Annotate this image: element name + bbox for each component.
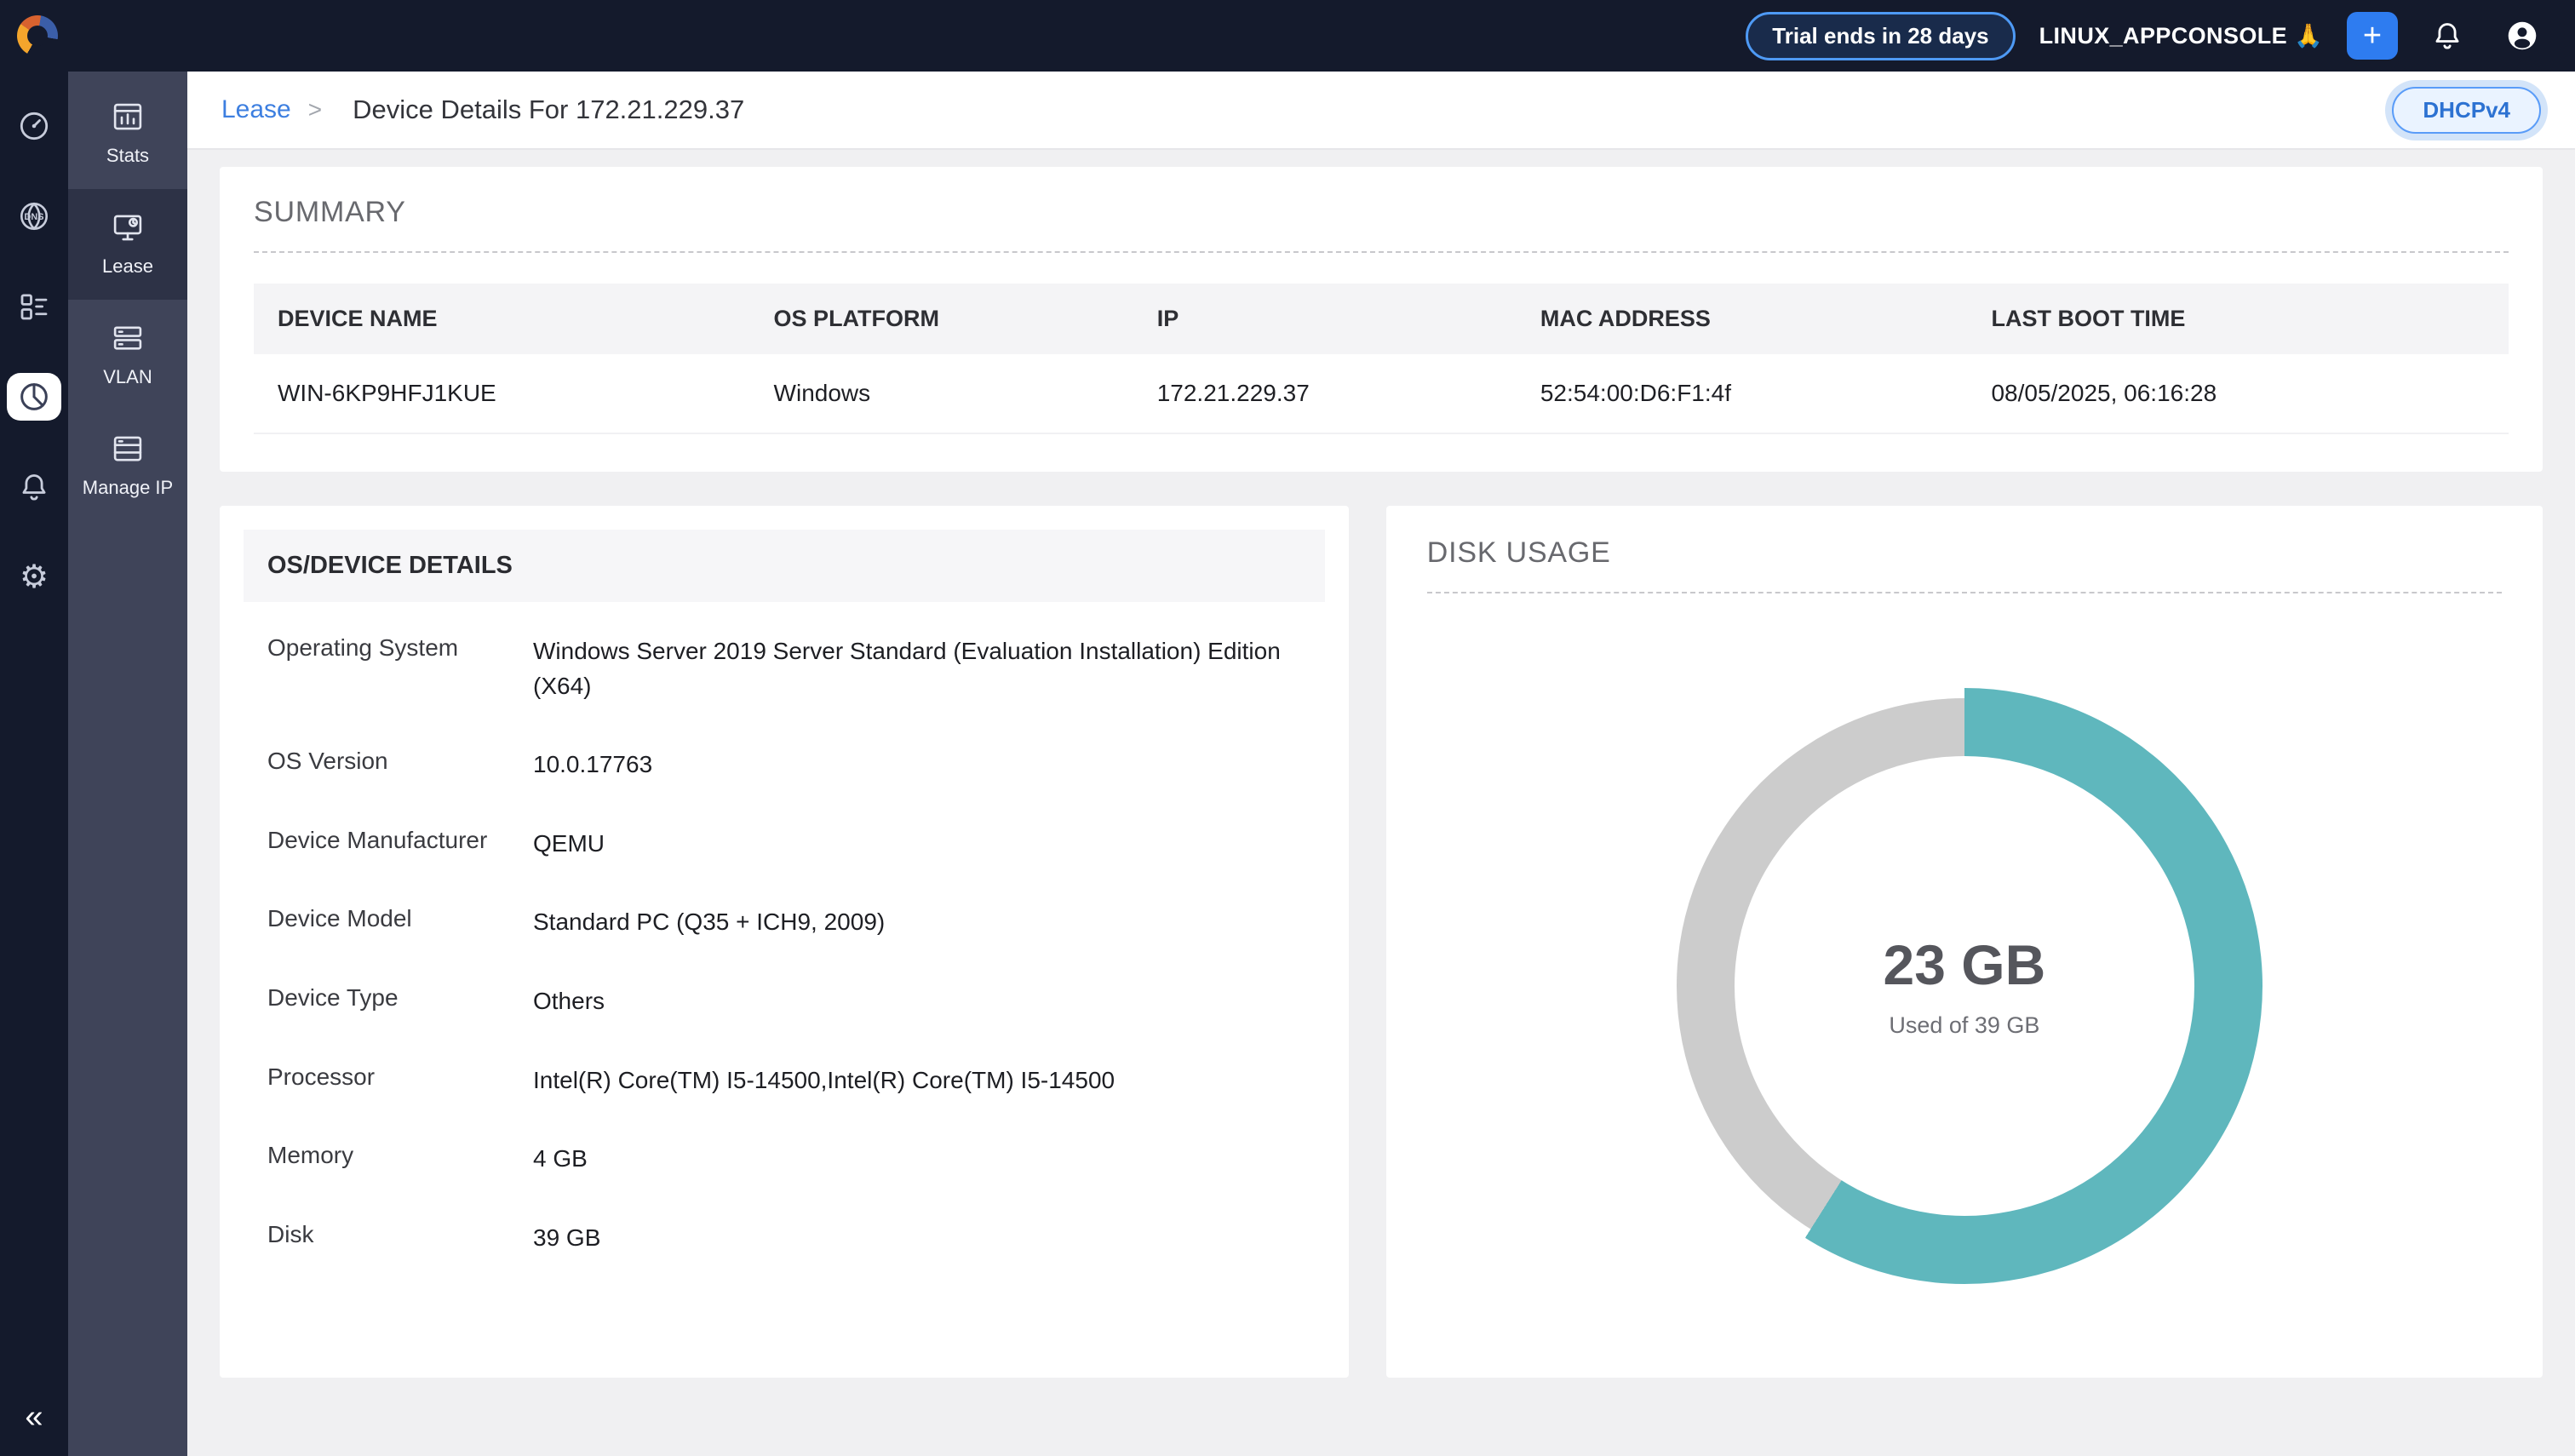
detail-value: QEMU bbox=[533, 827, 1301, 862]
notifications-bell-icon[interactable] bbox=[2422, 10, 2473, 61]
content: SUMMARY DEVICE NAME OS PLATFORM IP MAC A… bbox=[187, 150, 2575, 1456]
app-shell: DNS ⚙ « St bbox=[0, 72, 2575, 1456]
detail-value: Standard PC (Q35 + ICH9, 2009) bbox=[533, 905, 1301, 940]
disk-used-caption: Used of 39 GB bbox=[1889, 1012, 2039, 1039]
detail-row-device-type: Device Type Others bbox=[247, 962, 1322, 1041]
dashed-divider bbox=[254, 251, 2509, 253]
disk-usage-card: DISK USAGE 23 GB Used of 39 GB bbox=[1386, 506, 2543, 1378]
detail-row-device-manufacturer: Device Manufacturer QEMU bbox=[247, 805, 1322, 884]
sidebar: Stats Lease VLAN Manage IP bbox=[68, 72, 187, 1456]
device-details-rows: Operating System Windows Server 2019 Ser… bbox=[244, 602, 1325, 1277]
sidebar-item-lease[interactable]: Lease bbox=[68, 189, 187, 300]
detail-label: Disk bbox=[267, 1221, 526, 1256]
sidebar-item-manage-ip[interactable]: Manage IP bbox=[68, 410, 187, 521]
vlan-icon bbox=[110, 320, 146, 356]
col-os-platform: OS PLATFORM bbox=[750, 284, 1133, 354]
summary-card: SUMMARY DEVICE NAME OS PLATFORM IP MAC A… bbox=[220, 167, 2543, 472]
disk-usage-chart-area: 23 GB Used of 39 GB bbox=[1427, 624, 2502, 1347]
account-name: LINUX_APPCONSOLE 🙏 bbox=[2039, 22, 2323, 49]
user-avatar-icon[interactable] bbox=[2497, 10, 2548, 61]
breadcrumb-separator: > bbox=[308, 96, 322, 123]
detail-label: Device Type bbox=[267, 984, 526, 1019]
sidebar-item-stats[interactable]: Stats bbox=[68, 78, 187, 189]
sidebar-item-label: Stats bbox=[106, 145, 149, 167]
dashboard-icon[interactable] bbox=[7, 102, 61, 150]
detail-row-device-model: Device Model Standard PC (Q35 + ICH9, 20… bbox=[247, 883, 1322, 962]
cell-ip: 172.21.229.37 bbox=[1133, 354, 1517, 433]
detail-label: Memory bbox=[267, 1142, 526, 1177]
settings-gear-icon[interactable]: ⚙ bbox=[7, 553, 61, 601]
device-details-card: OS/DEVICE DETAILS Operating System Windo… bbox=[220, 506, 1349, 1378]
breadcrumb-lease-link[interactable]: Lease bbox=[221, 95, 291, 124]
cell-os-platform: Windows bbox=[750, 354, 1133, 433]
detail-row-disk: Disk 39 GB bbox=[247, 1199, 1322, 1278]
col-device-name: DEVICE NAME bbox=[254, 284, 750, 354]
col-mac-address: MAC ADDRESS bbox=[1517, 284, 1968, 354]
dashed-divider bbox=[1427, 592, 2502, 593]
detail-label: Device Manufacturer bbox=[267, 827, 526, 862]
app-logo-icon[interactable] bbox=[17, 15, 58, 56]
trial-badge[interactable]: Trial ends in 28 days bbox=[1746, 12, 2015, 60]
add-button[interactable]: + bbox=[2347, 12, 2398, 60]
sidebar-item-vlan[interactable]: VLAN bbox=[68, 300, 187, 410]
summary-heading: SUMMARY bbox=[254, 196, 2509, 229]
detail-value: 4 GB bbox=[533, 1142, 1301, 1177]
dns-icon[interactable]: DNS bbox=[7, 192, 61, 240]
detail-label: OS Version bbox=[267, 748, 526, 782]
col-ip: IP bbox=[1133, 284, 1517, 354]
svg-text:DNS: DNS bbox=[25, 212, 44, 222]
cell-mac-address: 52:54:00:D6:F1:4f bbox=[1517, 354, 1968, 433]
topbar-right: Trial ends in 28 days LINUX_APPCONSOLE 🙏… bbox=[1746, 10, 2548, 61]
detail-label: Operating System bbox=[267, 634, 526, 703]
manage-ip-icon bbox=[110, 431, 146, 467]
detail-value: Intel(R) Core(TM) I5-14500,Intel(R) Core… bbox=[533, 1063, 1301, 1098]
topbar: Trial ends in 28 days LINUX_APPCONSOLE 🙏… bbox=[0, 0, 2575, 72]
disk-used-value: 23 GB bbox=[1884, 932, 2046, 997]
ipam-pie-chart-icon[interactable] bbox=[7, 373, 61, 421]
dhcp-version-badge[interactable]: DHCPv4 bbox=[2392, 87, 2541, 134]
detail-value: Windows Server 2019 Server Standard (Eva… bbox=[533, 634, 1301, 703]
sidebar-item-label: VLAN bbox=[103, 366, 152, 388]
detail-row-os-version: OS Version 10.0.17763 bbox=[247, 725, 1322, 805]
detail-label: Device Model bbox=[267, 905, 526, 940]
page-title: Device Details For 172.21.229.37 bbox=[353, 95, 744, 125]
summary-data-row: WIN-6KP9HFJ1KUE Windows 172.21.229.37 52… bbox=[254, 354, 2509, 433]
detail-columns: OS/DEVICE DETAILS Operating System Windo… bbox=[220, 506, 2543, 1378]
detail-value: 39 GB bbox=[533, 1221, 1301, 1256]
disk-usage-donut-chart: 23 GB Used of 39 GB bbox=[1666, 688, 2262, 1284]
detail-value: 10.0.17763 bbox=[533, 748, 1301, 782]
summary-header-row: DEVICE NAME OS PLATFORM IP MAC ADDRESS L… bbox=[254, 284, 2509, 354]
detail-label: Processor bbox=[267, 1063, 526, 1098]
sidebar-item-label: Manage IP bbox=[83, 477, 173, 499]
col-last-boot-time: LAST BOOT TIME bbox=[1967, 284, 2509, 354]
detail-row-memory: Memory 4 GB bbox=[247, 1120, 1322, 1199]
summary-table: DEVICE NAME OS PLATFORM IP MAC ADDRESS L… bbox=[254, 284, 2509, 434]
main-area: Lease > Device Details For 172.21.229.37… bbox=[187, 72, 2575, 1456]
detail-value: Others bbox=[533, 984, 1301, 1019]
detail-row-processor: Processor Intel(R) Core(TM) I5-14500,Int… bbox=[247, 1041, 1322, 1121]
collapse-sidebar-button[interactable]: « bbox=[0, 1399, 68, 1436]
stats-icon bbox=[110, 99, 146, 135]
icon-rail: DNS ⚙ « bbox=[0, 72, 68, 1456]
sidebar-item-label: Lease bbox=[102, 255, 153, 278]
donut-center: 23 GB Used of 39 GB bbox=[1735, 756, 2194, 1216]
cell-last-boot-time: 08/05/2025, 06:16:28 bbox=[1967, 354, 2509, 433]
lease-icon bbox=[110, 209, 146, 245]
breadcrumb: Lease > Device Details For 172.21.229.37… bbox=[187, 72, 2575, 150]
disk-usage-heading: DISK USAGE bbox=[1427, 536, 2502, 570]
alarm-bell-icon[interactable] bbox=[7, 463, 61, 511]
device-details-heading: OS/DEVICE DETAILS bbox=[244, 530, 1325, 602]
cell-device-name: WIN-6KP9HFJ1KUE bbox=[254, 354, 750, 433]
detail-row-operating-system: Operating System Windows Server 2019 Ser… bbox=[247, 612, 1322, 725]
inventory-icon[interactable] bbox=[7, 283, 61, 330]
